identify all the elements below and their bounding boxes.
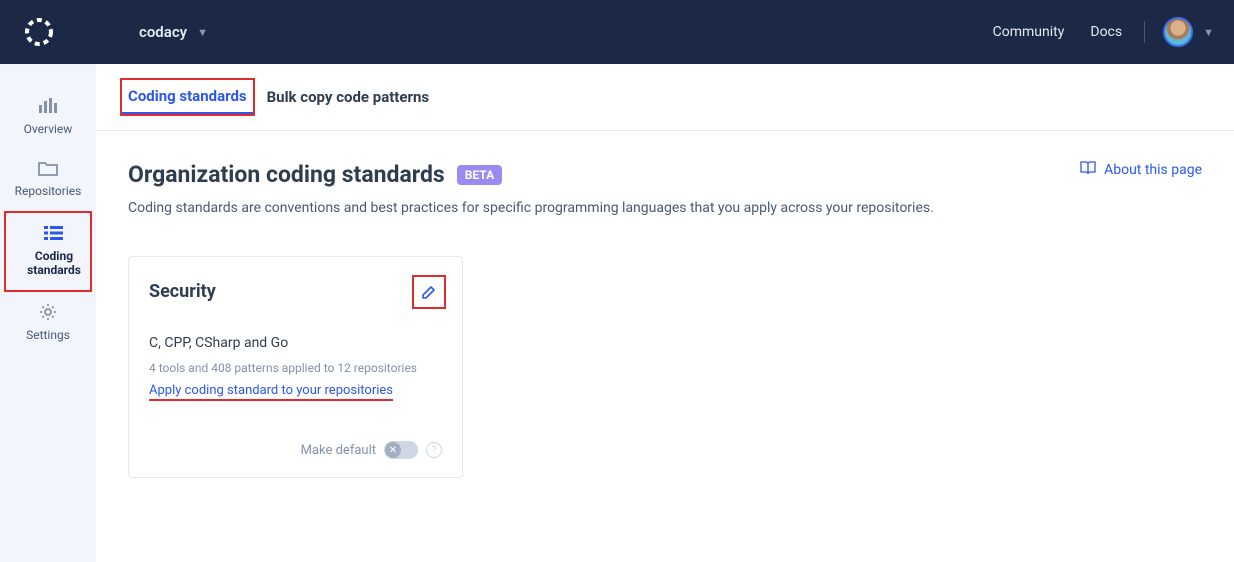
- make-default-label: Make default: [301, 443, 376, 458]
- toggle-knob: ✕: [385, 442, 401, 458]
- avatar: [1163, 17, 1193, 47]
- org-name: codacy: [139, 23, 187, 41]
- coding-standard-card: Security C, CPP, CSharp and Go 4 tools a…: [128, 256, 463, 478]
- sidebar-item-label: Overview: [0, 122, 96, 136]
- sidebar: Overview Repositories: [0, 64, 96, 562]
- tab-bulk-copy[interactable]: Bulk copy code patterns: [261, 79, 435, 115]
- codacy-logo[interactable]: [24, 17, 54, 47]
- topbar: codacy ▼ Community Docs ▼: [0, 0, 1234, 64]
- sidebar-item-coding-standards[interactable]: Codingstandards: [6, 213, 102, 290]
- sidebar-item-label: Settings: [0, 328, 96, 342]
- tab-coding-standards[interactable]: Coding standards: [122, 80, 253, 114]
- user-menu[interactable]: ▼: [1163, 17, 1214, 47]
- page-title: Organization coding standards: [128, 161, 445, 188]
- about-this-page-link[interactable]: About this page: [1080, 161, 1202, 179]
- sidebar-item-overview[interactable]: Overview: [0, 86, 96, 148]
- nav-community[interactable]: Community: [993, 24, 1065, 40]
- list-icon: [6, 223, 102, 243]
- sidebar-item-repositories[interactable]: Repositories: [0, 148, 96, 210]
- edit-button[interactable]: [412, 275, 446, 309]
- card-title: Security: [149, 281, 216, 302]
- card-languages: C, CPP, CSharp and Go: [149, 335, 442, 351]
- gear-icon: [0, 302, 96, 322]
- help-icon[interactable]: ?: [426, 442, 442, 458]
- book-icon: [1080, 161, 1096, 179]
- main-content: Coding standards Bulk copy code patterns…: [96, 64, 1234, 562]
- about-link-text: About this page: [1104, 162, 1202, 178]
- sidebar-item-settings[interactable]: Settings: [0, 292, 96, 354]
- apply-standard-link[interactable]: Apply coding standard to your repositori…: [149, 383, 393, 401]
- beta-badge: BETA: [457, 165, 502, 185]
- chevron-down-icon: ▼: [1203, 26, 1214, 39]
- divider: [1144, 21, 1145, 43]
- folder-icon: [0, 158, 96, 178]
- overview-icon: [0, 96, 96, 116]
- sidebar-item-label: Repositories: [0, 184, 96, 198]
- sidebar-item-label: Codingstandards: [6, 249, 102, 278]
- make-default-toggle[interactable]: ✕: [384, 441, 418, 459]
- tabs: Coding standards Bulk copy code patterns: [96, 64, 1234, 131]
- org-switcher[interactable]: codacy ▼: [139, 23, 208, 41]
- edit-icon: [421, 284, 437, 300]
- card-meta: 4 tools and 408 patterns applied to 12 r…: [149, 361, 442, 375]
- nav-docs[interactable]: Docs: [1090, 24, 1122, 40]
- chevron-down-icon: ▼: [197, 26, 208, 39]
- page-subtitle: Coding standards are conventions and bes…: [128, 200, 934, 216]
